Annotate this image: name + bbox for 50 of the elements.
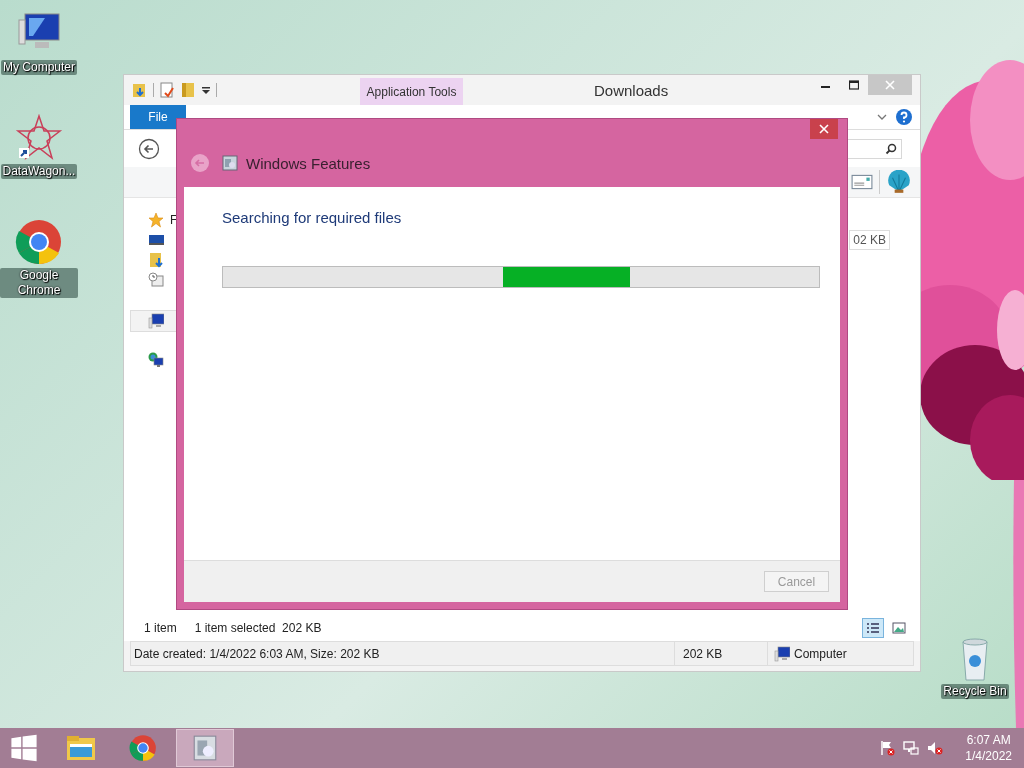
status-message: Searching for required files	[222, 209, 403, 226]
ribbon-tab[interactable]: File	[130, 105, 186, 129]
flag-alert-icon[interactable]	[879, 740, 896, 756]
features-taskbar-button[interactable]	[176, 729, 234, 767]
start-button-icon[interactable]	[10, 734, 38, 762]
clock[interactable]: 6:07 AM 1/4/2022	[965, 732, 1012, 764]
search-icon	[885, 142, 897, 155]
star-icon[interactable]	[148, 212, 164, 228]
clock-date: 1/4/2022	[965, 748, 1012, 764]
desktop-icon-label[interactable]: My Computer	[1, 60, 77, 75]
chrome-icon	[128, 734, 158, 762]
network-icon[interactable]	[148, 352, 164, 368]
close-icon	[819, 124, 829, 134]
details-view-button[interactable]	[862, 618, 884, 638]
folder-icon[interactable]	[132, 82, 148, 98]
dropdown-icon[interactable]	[201, 85, 211, 95]
properties-icon[interactable]	[159, 82, 175, 98]
size-column-cell: 02 KB	[849, 230, 890, 250]
selection-status: 1 item selected 202 KB	[194, 621, 322, 635]
location-text: Computer	[794, 646, 847, 661]
download-folder-icon[interactable]	[148, 252, 164, 268]
star-pattern-icon[interactable]	[15, 114, 63, 162]
folder-icon[interactable]	[180, 82, 196, 98]
desktop-icon-label[interactable]: DataWagon...	[0, 164, 78, 179]
back-button-icon[interactable]	[138, 137, 160, 160]
close-button[interactable]	[810, 119, 838, 139]
computer-icon	[774, 645, 790, 662]
maximize-icon	[849, 80, 859, 90]
window-title: Downloads	[594, 82, 669, 99]
preview-pane-icon[interactable]	[851, 173, 873, 191]
details-view-icon	[866, 622, 880, 634]
computer-icon[interactable]	[148, 313, 164, 329]
recent-places-icon[interactable]	[148, 272, 164, 288]
muted-speaker-icon[interactable]	[927, 740, 944, 756]
image-icon	[892, 622, 906, 634]
monitor-icon[interactable]	[148, 232, 164, 248]
context-tab-label: Application Tools	[360, 78, 463, 105]
clock-time: 6:07 AM	[966, 732, 1011, 748]
close-icon	[885, 80, 895, 90]
features-icon	[222, 155, 238, 171]
shell-icon[interactable]	[886, 170, 912, 194]
item-count: 1 item	[144, 621, 177, 635]
desktop-icon-label[interactable]: Recycle Bin	[941, 684, 1009, 699]
size-text: 202 KB	[674, 642, 767, 665]
folder-icon	[66, 734, 96, 762]
desktop-icon-label[interactable]: Google Chrome	[0, 268, 78, 298]
date-created-text: Date created: 1/4/2022 6:03 AM, Size: 202 KB	[133, 646, 381, 661]
dialog-title: Windows Features	[246, 154, 371, 172]
chrome-icon[interactable]	[15, 218, 63, 266]
help-icon[interactable]	[896, 109, 912, 125]
